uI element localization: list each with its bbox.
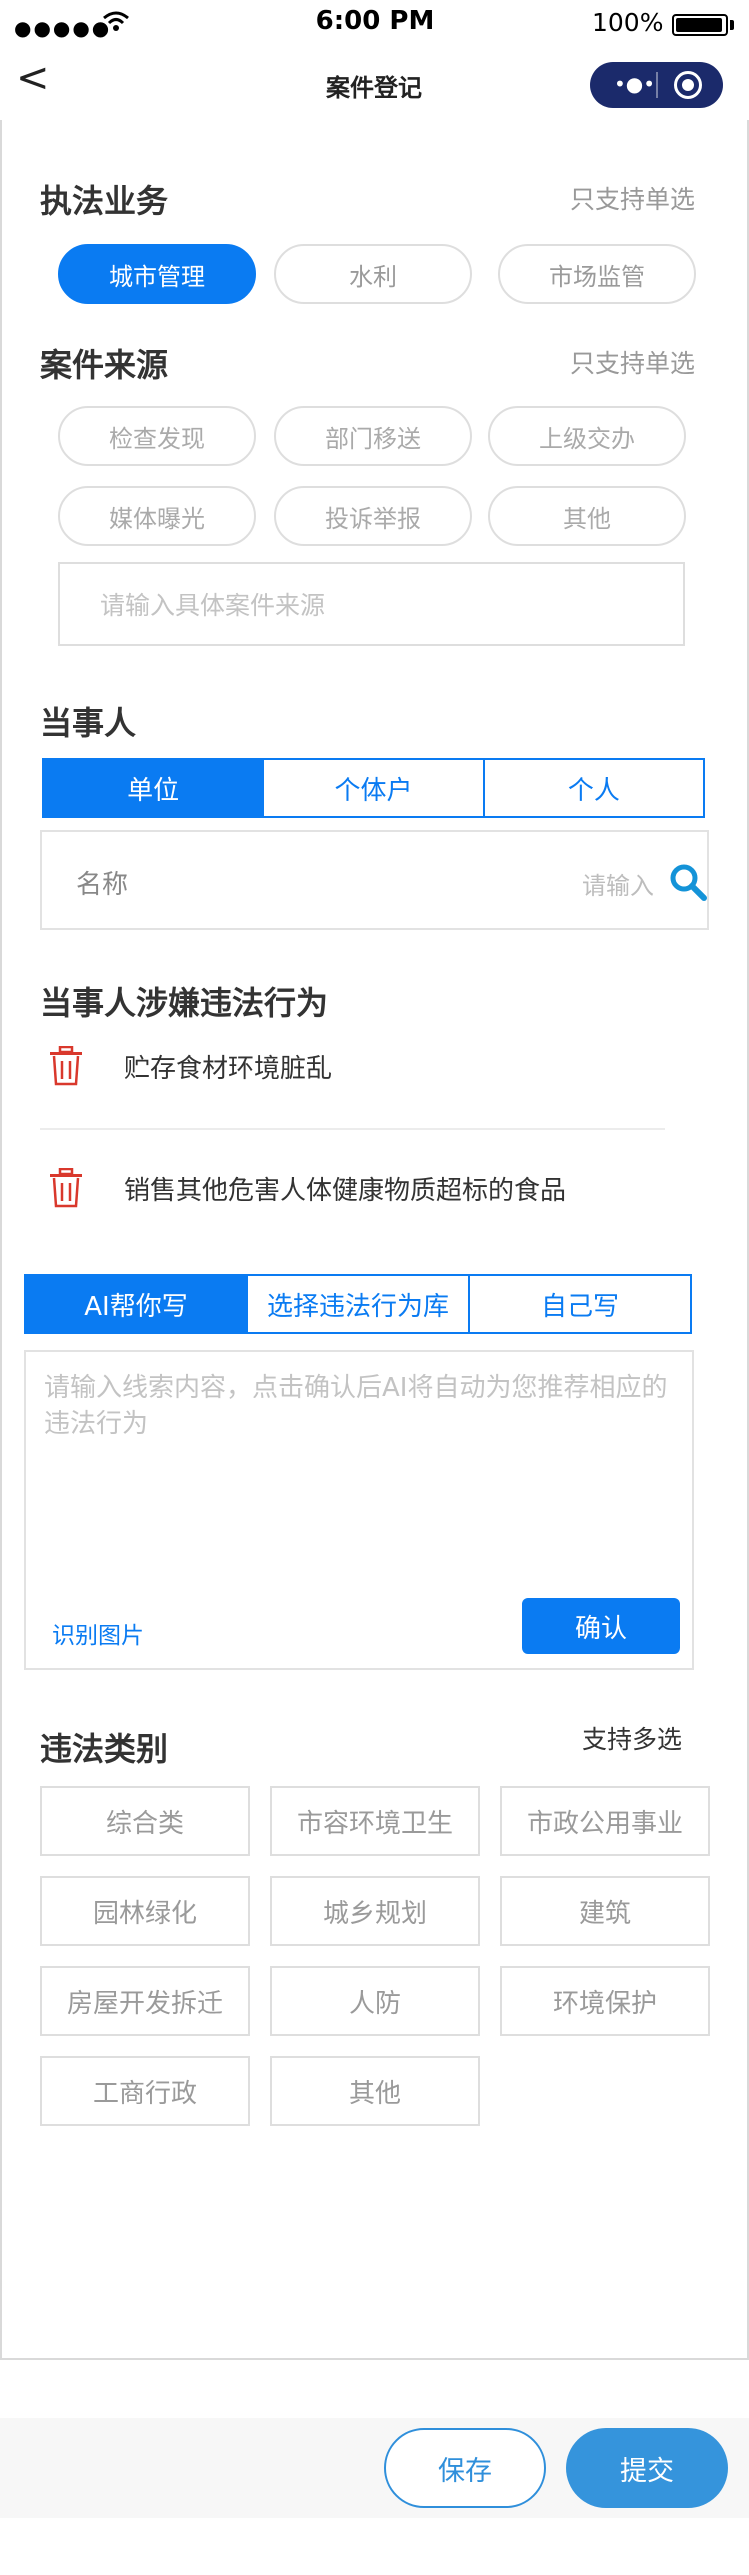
business-title: 执法业务 — [40, 182, 169, 220]
battery-percent: 100% — [592, 8, 664, 37]
tab-ai-write[interactable]: AI帮你写 — [26, 1276, 246, 1332]
tab-violation-library[interactable]: 选择违法行为库 — [246, 1276, 468, 1332]
violation-input-tabs: AI帮你写 选择违法行为库 自己写 — [24, 1274, 692, 1334]
divider — [40, 1128, 665, 1130]
category-option[interactable]: 综合类 — [40, 1786, 250, 1856]
business-option-market[interactable]: 市场监管 — [498, 244, 696, 304]
source-option-inspection[interactable]: 检查发现 — [58, 406, 256, 466]
party-name-field[interactable]: 名称 请输入 — [40, 830, 709, 930]
violation-text: 销售其他危害人体健康物质超标的食品 — [124, 1175, 567, 1206]
save-button[interactable]: 保存 — [384, 2428, 546, 2508]
category-title: 违法类别 — [40, 1730, 169, 1768]
delete-icon[interactable] — [48, 1046, 84, 1086]
tab-person[interactable]: 个人 — [482, 760, 703, 816]
category-option[interactable]: 城乡规划 — [270, 1876, 480, 1946]
violation-text: 贮存食材环境脏乱 — [124, 1053, 333, 1084]
tab-self-write[interactable]: 自己写 — [468, 1276, 690, 1332]
signal-icon: ●●●●● — [14, 16, 112, 40]
category-option[interactable]: 人防 — [270, 1966, 480, 2036]
category-option[interactable]: 其他 — [270, 2056, 480, 2126]
category-option[interactable]: 市容环境卫生 — [270, 1786, 480, 1856]
source-hint: 只支持单选 — [570, 349, 696, 378]
mini-program-capsule[interactable]: •●• — [590, 62, 723, 108]
source-option-media[interactable]: 媒体曝光 — [58, 486, 256, 546]
source-option-complaint[interactable]: 投诉举报 — [274, 486, 472, 546]
category-option[interactable]: 环境保护 — [500, 1966, 710, 2036]
battery-icon — [672, 14, 728, 36]
category-option[interactable]: 市政公用事业 — [500, 1786, 710, 1856]
source-option-other[interactable]: 其他 — [488, 486, 686, 546]
wifi-icon — [103, 11, 129, 31]
confirm-button[interactable]: 确认 — [522, 1598, 680, 1654]
violations-title: 当事人涉嫌违法行为 — [40, 984, 329, 1022]
name-label: 名称 — [76, 870, 129, 900]
status-time: 6:00 PM — [315, 6, 435, 36]
category-option[interactable]: 房屋开发拆迁 — [40, 1966, 250, 2036]
category-hint: 支持多选 — [582, 1725, 683, 1754]
tab-individual-business[interactable]: 个体户 — [262, 760, 483, 816]
category-option[interactable]: 园林绿化 — [40, 1876, 250, 1946]
business-option-urban[interactable]: 城市管理 — [58, 244, 256, 304]
status-bar: ●●●●● 6:00 PM 100% — [0, 0, 749, 48]
party-title: 当事人 — [40, 704, 137, 742]
back-button[interactable]: < — [16, 58, 50, 98]
category-option[interactable]: 工商行政 — [40, 2056, 250, 2126]
recognize-image-link[interactable]: 识别图片 — [52, 1616, 144, 1650]
violation-item: 贮存食材环境脏乱 — [48, 1046, 332, 1086]
clue-placeholder: 请输入线索内容，点击确认后AI将自动为您推荐相应的违法行为 — [44, 1373, 668, 1439]
search-icon[interactable] — [668, 862, 708, 902]
more-icon[interactable]: •●• — [614, 72, 655, 96]
page-title: 案件登记 — [326, 74, 422, 102]
clue-textarea[interactable]: 请输入线索内容，点击确认后AI将自动为您推荐相应的违法行为 识别图片 确认 — [24, 1350, 694, 1670]
submit-button[interactable]: 提交 — [566, 2428, 728, 2508]
tab-unit[interactable]: 单位 — [44, 760, 263, 816]
category-option[interactable]: 建筑 — [500, 1876, 710, 1946]
source-option-superior[interactable]: 上级交办 — [488, 406, 686, 466]
close-target-icon[interactable] — [674, 71, 702, 99]
business-option-water[interactable]: 水利 — [274, 244, 472, 304]
party-tabs: 单位 个体户 个人 — [42, 758, 705, 818]
violation-item: 销售其他危害人体健康物质超标的食品 — [48, 1168, 566, 1208]
source-title: 案件来源 — [40, 346, 169, 384]
name-input[interactable]: 请输入 — [582, 866, 654, 901]
business-hint: 只支持单选 — [570, 185, 696, 214]
source-detail-input[interactable]: 请输入具体案件来源 — [58, 562, 685, 646]
delete-icon[interactable] — [48, 1168, 84, 1208]
source-option-transfer[interactable]: 部门移送 — [274, 406, 472, 466]
